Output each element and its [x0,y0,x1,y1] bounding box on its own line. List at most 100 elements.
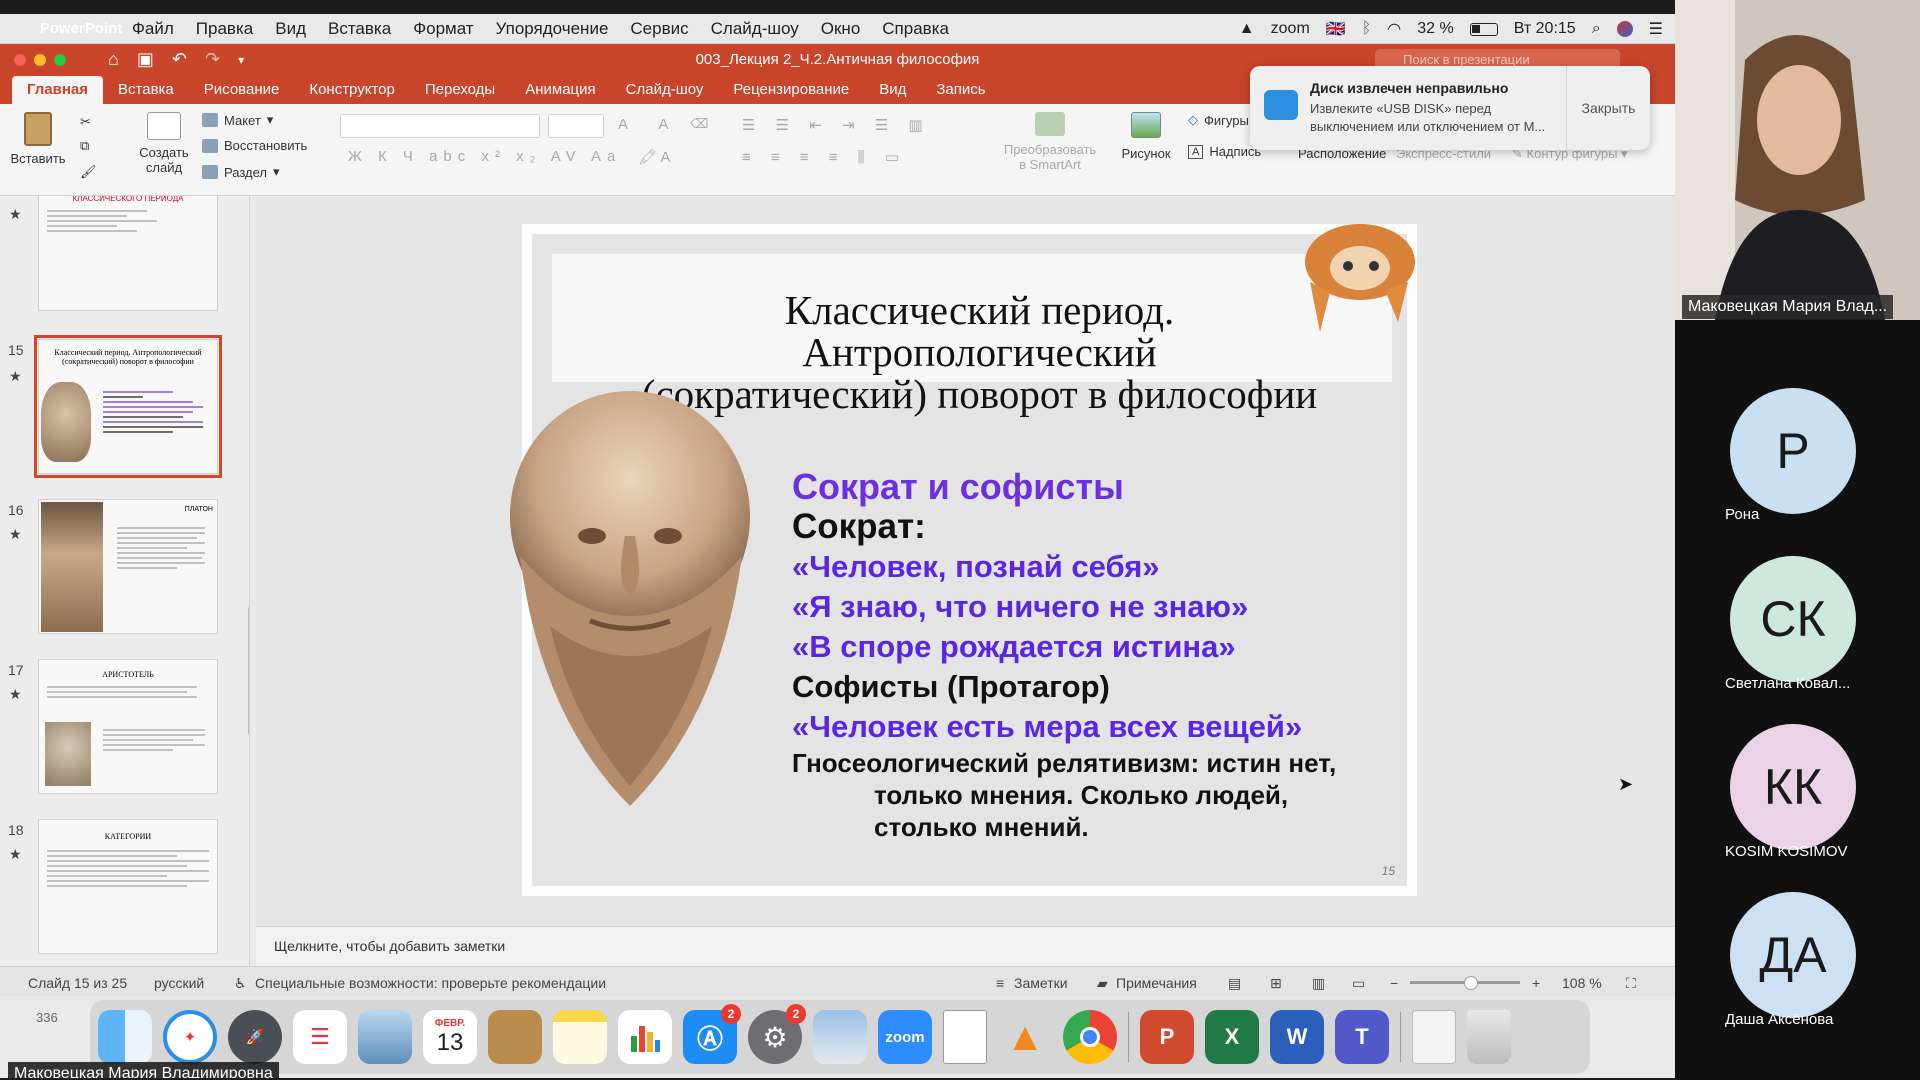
comments-toggle[interactable]: Примечания [1116,975,1197,991]
participant-avatar[interactable]: ДА [1730,892,1856,1018]
system-preferences-dock-icon[interactable]: ⚙ 2 [748,1004,806,1064]
wifi-icon[interactable]: ◠ [1387,19,1401,39]
menu-view[interactable]: Вид [275,19,306,39]
menu-window[interactable]: Окно [821,19,861,39]
tab-home[interactable]: Главная [12,76,104,104]
documents-folder-dock-icon[interactable] [1412,1010,1456,1064]
notes-dock-icon[interactable] [553,1010,607,1064]
list-buttons[interactable]: ☰ ☰ ⇤ ⇥ ☰ ▥ [742,116,931,134]
slideshow-view-icon[interactable]: ▭ [1352,975,1365,992]
notification-banner[interactable]: Диск извлечен неправильно Извлеките «USB… [1250,66,1650,150]
slide-thumbnail[interactable]: ПЛАТОН [38,499,218,634]
slide-thumbnail[interactable]: КАТЕГОРИИ [38,819,218,954]
comments-icon[interactable]: ▰ [1097,975,1108,992]
copy-icon[interactable]: ⧉ [80,138,89,154]
current-slide[interactable]: Классический период. Антропологический (… [510,224,1417,896]
accessibility-status[interactable]: Специальные возможности: проверьте реком… [255,975,606,991]
paste-button[interactable]: Вставить [10,112,66,166]
new-slide-button[interactable]: Создать слайд [134,112,194,175]
clock[interactable]: Вт 20:15 [1514,20,1576,38]
tab-slideshow[interactable]: Слайд-шоу [611,81,719,104]
tab-design[interactable]: Конструктор [294,81,410,104]
menu-help[interactable]: Справка [882,19,949,39]
slide-thumbnail-selected[interactable]: Классический период. Антропологический (… [34,335,222,478]
zoom-slider[interactable] [1410,976,1520,990]
format-painter-icon[interactable]: 🖌 [80,164,97,180]
layout-button[interactable]: Макет ▾ [202,112,273,128]
smartart-button[interactable]: Преобразовать в SmartArt [1000,112,1100,172]
alignment-buttons[interactable]: ≡ ≡ ≡ ≡ ⫼ ▭ [742,148,907,166]
tab-draw[interactable]: Рисование [189,81,295,104]
clear-format-icon[interactable]: ⌫ [690,116,708,132]
control-center-icon[interactable]: ☰ [1649,19,1663,39]
slide-thumbnail[interactable]: ОСНОВНЫЕ НАПРАВЛЕНИЯ КЛАССИЧЕСКОГО ПЕРИО… [38,196,218,311]
notes-pane[interactable]: Щелкните, чтобы добавить заметки [256,926,1675,966]
menu-edit[interactable]: Правка [196,19,253,39]
picture-button[interactable]: Рисунок [1118,112,1174,161]
finder-dock-icon[interactable] [98,1010,152,1064]
text-format-buttons[interactable]: Ж К Ч abc x² x₂ AV Aa [348,148,621,165]
language-indicator[interactable]: русский [154,975,204,991]
section-button[interactable]: Раздел ▾ [202,164,280,180]
zoom-dock-icon[interactable]: zoom [878,1010,932,1064]
zoom-share-icon[interactable]: ▲ [1239,20,1255,38]
menu-arrange[interactable]: Упорядочение [496,19,609,39]
slide-body-text[interactable]: Сократ и софисты Сократ: «Человек, позна… [792,467,1336,843]
font-size-buttons[interactable]: A A [618,116,683,133]
cut-icon[interactable]: ✂ [80,114,91,130]
calendar-dock-icon[interactable]: ФЕВР. 13 [423,1010,477,1064]
menu-slideshow[interactable]: Слайд-шоу [711,19,799,39]
accessibility-icon[interactable]: ♿︎ [234,975,247,992]
fit-to-window-icon[interactable]: ⛶ [1626,975,1636,992]
menu-tools[interactable]: Сервис [630,19,688,39]
tab-record[interactable]: Запись [921,81,1000,104]
speaker-video[interactable]: Маковецкая Мария Влад... [1675,0,1920,320]
spotlight-icon[interactable]: ⌕ [1592,20,1601,38]
trash-dock-icon[interactable] [1467,1010,1511,1064]
zoom-in-icon[interactable]: + [1532,975,1540,991]
participant-avatar[interactable]: КК [1730,724,1856,850]
zoom-menubar-label[interactable]: zoom [1271,20,1310,38]
excel-dock-icon[interactable]: X [1205,1010,1259,1064]
bluetooth-icon[interactable]: ᛒ [1362,20,1372,38]
highlight-color-icon[interactable]: 🖍 A [638,148,670,166]
reset-button[interactable]: Восстановить [202,138,307,153]
shapes-button[interactable]: ◇ Фигуры [1188,112,1249,128]
thumbnails-scrollbar[interactable] [248,606,249,736]
tab-transitions[interactable]: Переходы [410,81,510,104]
normal-view-icon[interactable]: ▤ [1228,975,1241,992]
app-store-dock-icon[interactable]: Ⓐ 2 [683,1004,741,1064]
chrome-dock-icon[interactable] [1063,1010,1117,1064]
image-capture-dock-icon[interactable] [813,1010,867,1064]
zoom-level[interactable]: 108 % [1562,975,1602,991]
battery-icon[interactable] [1469,22,1498,36]
notification-close-button[interactable]: Закрыть [1566,66,1650,150]
menu-file[interactable]: Файл [132,19,174,39]
siri-icon[interactable] [1616,21,1633,37]
slide-sorter-icon[interactable]: ⊞ [1270,975,1282,992]
textbox-button[interactable]: A Надпись [1188,144,1261,159]
tab-animations[interactable]: Анимация [510,81,610,104]
powerpoint-dock-icon[interactable]: P [1140,1010,1194,1064]
participant-avatar[interactable]: Р [1730,388,1856,514]
teams-dock-icon[interactable]: T [1335,1010,1389,1064]
notes-toggle-icon[interactable]: ≡ [996,975,1004,991]
tab-review[interactable]: Рецензирование [718,81,864,104]
numbers-dock-icon[interactable] [618,1010,672,1064]
tab-view[interactable]: Вид [864,81,921,104]
participant-avatar[interactable]: СК [1730,556,1856,682]
contacts-dock-icon[interactable] [488,1010,542,1064]
notes-toggle[interactable]: Заметки [1014,975,1068,991]
reading-view-icon[interactable]: ▥ [1312,975,1325,992]
font-size-select[interactable] [548,114,604,138]
slide-thumbnail[interactable]: АРИСТОТЕЛЬ [38,659,218,794]
tab-insert[interactable]: Вставка [103,81,189,104]
text-document-dock-icon[interactable] [943,1010,987,1064]
safari-dock-icon[interactable]: ✦ [163,1010,217,1064]
launchpad-dock-icon[interactable]: 🚀 [228,1010,282,1064]
slide-thumbnails-panel[interactable]: ★ ОСНОВНЫЕ НАПРАВЛЕНИЯ КЛАССИЧЕСКОГО ПЕР… [0,196,250,966]
vlc-dock-icon[interactable]: ▲ [998,1010,1052,1064]
zoom-out-icon[interactable]: − [1390,975,1398,991]
reminders-dock-icon[interactable]: ☰ [293,1010,347,1064]
menu-insert[interactable]: Вставка [328,19,391,39]
